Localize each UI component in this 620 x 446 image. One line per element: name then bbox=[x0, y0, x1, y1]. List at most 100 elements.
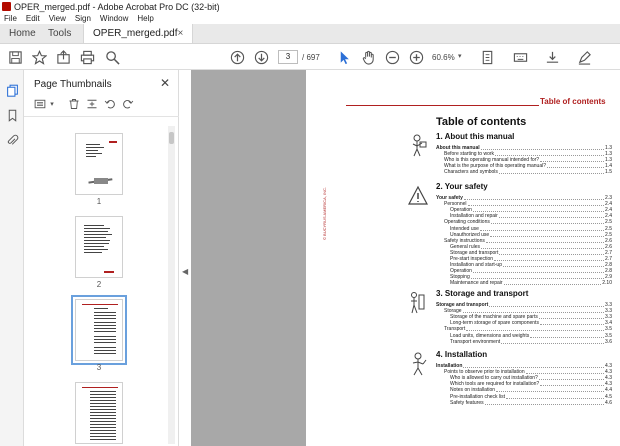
menu-window[interactable]: Window bbox=[100, 14, 128, 23]
tab-document[interactable]: OPER_merged.pdf × bbox=[83, 24, 193, 43]
mechanic-icon bbox=[408, 352, 428, 376]
search-icon[interactable] bbox=[103, 48, 121, 66]
previous-page-icon[interactable] bbox=[228, 48, 246, 66]
toc-entry[interactable]: Storage 3.3 bbox=[444, 308, 612, 314]
toc-leader-dots bbox=[502, 262, 605, 268]
toc-entry[interactable]: Maintenance and repair 2.10 bbox=[450, 280, 612, 286]
upload-icon[interactable] bbox=[54, 48, 72, 66]
save-icon[interactable] bbox=[6, 48, 24, 66]
toc-entry[interactable]: Safety features 4.6 bbox=[450, 400, 612, 406]
attachments-icon[interactable] bbox=[4, 132, 20, 148]
tab-home[interactable]: Home bbox=[0, 24, 39, 43]
hand-tool-icon[interactable] bbox=[359, 48, 377, 66]
toc-entry[interactable]: Installation 4.3 bbox=[436, 363, 612, 369]
page-thumbnails-icon[interactable] bbox=[4, 82, 20, 98]
document-view[interactable]: Table of contents © BUCYRUS AMERICA, INC… bbox=[191, 70, 620, 446]
zoom-in-icon[interactable] bbox=[407, 48, 425, 66]
toc-entry[interactable]: Personnel 2.4 bbox=[444, 201, 612, 207]
tab-document-label: OPER_merged.pdf bbox=[93, 28, 178, 39]
menu-view[interactable]: View bbox=[49, 14, 66, 23]
bookmarks-icon[interactable] bbox=[4, 107, 20, 123]
toc-entry[interactable]: Which tools are required for installatio… bbox=[450, 381, 612, 387]
zoom-dropdown-icon[interactable]: ▾ bbox=[458, 52, 462, 60]
forklift-worker-icon bbox=[408, 291, 428, 315]
toc-entry[interactable]: Stopping 2.9 bbox=[450, 274, 612, 280]
next-page-icon[interactable] bbox=[252, 48, 270, 66]
toc-section-heading[interactable]: 4. Installation bbox=[436, 350, 487, 359]
toc-section-heading[interactable]: 1. About this manual bbox=[436, 132, 514, 141]
toc-entry[interactable]: Transport 3.5 bbox=[444, 326, 612, 332]
running-head-rule bbox=[346, 105, 539, 106]
toc-entry[interactable]: Installation and repair 2.4 bbox=[450, 213, 612, 219]
toc-entry[interactable]: Characters and symbols 1.5 bbox=[444, 169, 612, 175]
toc-leader-dots bbox=[472, 207, 605, 213]
toc-section-heading[interactable]: 3. Storage and transport bbox=[436, 289, 528, 298]
toc-entry[interactable]: Unauthorized use 2.5 bbox=[450, 232, 612, 238]
highlight-icon[interactable] bbox=[575, 48, 593, 66]
toc-entry[interactable]: Storage of the machine and spare parts 3.… bbox=[450, 314, 612, 320]
toc-leader-dots bbox=[485, 238, 605, 243]
menu-file[interactable]: File bbox=[4, 14, 17, 23]
toc-entry[interactable]: Storage and transport 2.7 bbox=[450, 250, 612, 256]
thumbnail-page-4[interactable] bbox=[75, 382, 123, 444]
rotate-clockwise-icon[interactable] bbox=[120, 96, 135, 111]
select-cursor-icon[interactable] bbox=[335, 48, 353, 66]
toc-entry[interactable]: Pre-installation check list 4.5 bbox=[450, 394, 612, 400]
toc-entry[interactable]: Your safety 2.3 bbox=[436, 195, 612, 201]
tab-close-icon[interactable]: × bbox=[178, 28, 184, 39]
menu-edit[interactable]: Edit bbox=[26, 14, 40, 23]
toc-leader-dots bbox=[470, 274, 605, 280]
keyboard-icon[interactable] bbox=[511, 48, 529, 66]
options-menu-icon[interactable] bbox=[32, 96, 47, 111]
toc-entry[interactable]: Storage and transport 3.3 bbox=[436, 302, 612, 308]
thumbnail-page-1[interactable] bbox=[75, 133, 123, 195]
rotate-counterclockwise-icon[interactable] bbox=[102, 96, 117, 111]
fit-page-icon[interactable] bbox=[478, 48, 496, 66]
toc-entry[interactable]: About this manual 1.3 bbox=[436, 145, 612, 151]
toc-entry[interactable]: Operation 2.4 bbox=[450, 207, 612, 213]
print-icon[interactable] bbox=[78, 48, 96, 66]
insert-page-icon[interactable] bbox=[84, 96, 99, 111]
toc-entry[interactable]: Transport environment 3.6 bbox=[450, 339, 612, 345]
panel-collapse-handle[interactable]: ◀ bbox=[179, 70, 191, 446]
toc-entry[interactable]: Operating conditions 2.5 bbox=[444, 219, 612, 225]
zoom-out-icon[interactable] bbox=[383, 48, 401, 66]
toc-entry[interactable]: Operation 2.8 bbox=[450, 268, 612, 274]
toc-section-heading[interactable]: 2. Your safety bbox=[436, 182, 488, 191]
toc-entry-page: 2.5 bbox=[605, 225, 612, 232]
toc-entry[interactable]: Pre-start inspection 2.7 bbox=[450, 256, 612, 262]
toc-entry[interactable]: Long-term storage of spare components 3.4 bbox=[450, 320, 612, 326]
toc-entry-page: 2.4 bbox=[605, 207, 612, 214]
toc-entry-page: 2.5 bbox=[605, 231, 612, 238]
toc-entry[interactable]: Safety instructions 2.6 bbox=[444, 238, 612, 244]
toc-entry[interactable]: Intended use 2.5 bbox=[450, 226, 612, 232]
delete-page-icon[interactable] bbox=[66, 96, 81, 111]
bookmark-star-icon[interactable] bbox=[30, 48, 48, 66]
collapse-arrow-icon[interactable]: ◀ bbox=[182, 267, 188, 276]
toc-entry[interactable]: Load units, dimensions and weights 3.5 bbox=[450, 333, 612, 339]
toc-entry[interactable]: Before starting to work 1.3 bbox=[444, 151, 612, 157]
toc-entry-label: Maintenance and repair bbox=[450, 280, 503, 287]
thumbnail-scrollbar[interactable] bbox=[168, 126, 175, 444]
thumbnail-page-2[interactable] bbox=[75, 216, 123, 278]
thumbnails-panel: Page Thumbnails ✕ ▾ 1 2 3 bbox=[24, 70, 179, 446]
toc-leader-dots bbox=[496, 387, 605, 393]
toc-entry[interactable]: Who is allowed to carry out installation… bbox=[450, 375, 612, 381]
page-number-input[interactable]: 3 bbox=[278, 50, 298, 64]
toc-entry[interactable]: What is the purpose of this operating ma… bbox=[444, 163, 612, 169]
toc-entry[interactable]: Who is this operating manual intended fo… bbox=[444, 157, 612, 163]
toc-entry[interactable]: Points to observe prior to installation 4… bbox=[444, 369, 612, 375]
toc-entry[interactable]: General rules 2.6 bbox=[450, 244, 612, 250]
thumbnail-scroll-thumb[interactable] bbox=[169, 132, 174, 144]
menu-sign[interactable]: Sign bbox=[75, 14, 91, 23]
toc-entry[interactable]: Notes on installation 4.4 bbox=[450, 387, 612, 393]
options-caret-icon[interactable]: ▾ bbox=[48, 96, 56, 111]
toc-entry[interactable]: Installation and start-up 2.8 bbox=[450, 262, 612, 268]
toc-entry-page: 4.6 bbox=[605, 399, 612, 406]
zoom-level[interactable]: 60.6% bbox=[432, 53, 455, 62]
tab-tools[interactable]: Tools bbox=[39, 24, 77, 43]
panel-close-icon[interactable]: ✕ bbox=[160, 76, 170, 90]
download-icon[interactable] bbox=[543, 48, 561, 66]
menu-help[interactable]: Help bbox=[137, 14, 153, 23]
thumbnail-page-3[interactable] bbox=[71, 295, 127, 365]
